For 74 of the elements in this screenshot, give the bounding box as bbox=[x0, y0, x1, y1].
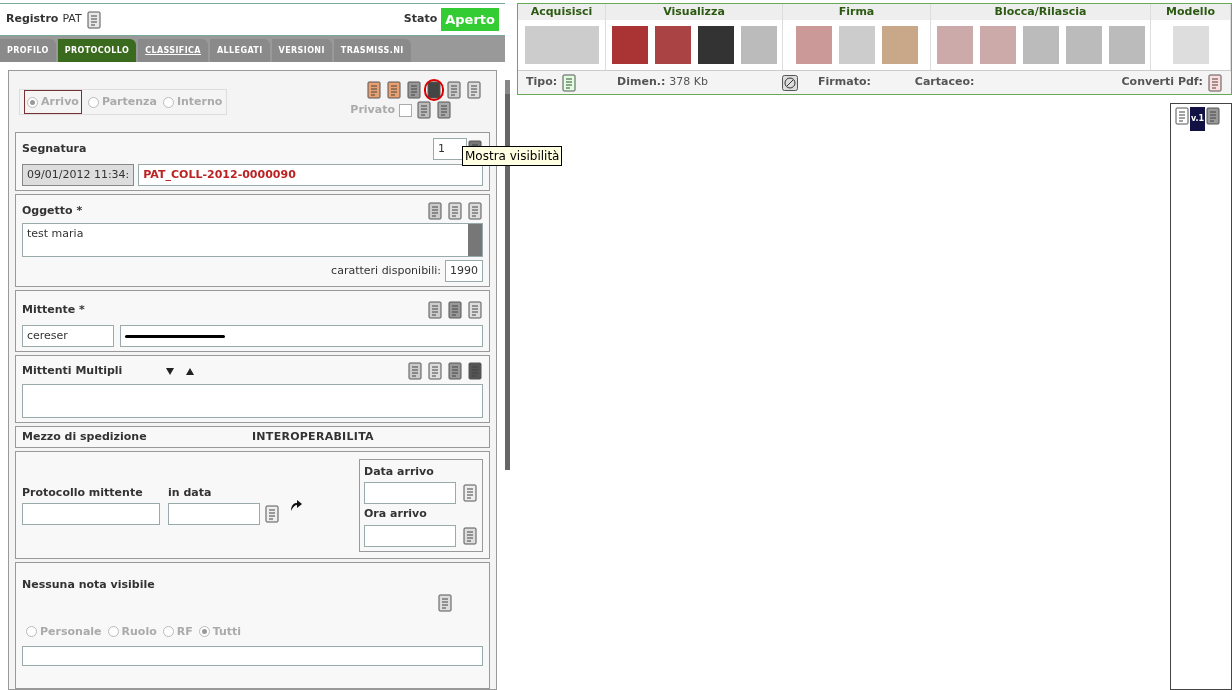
date-field: 09/01/2012 11:34: bbox=[22, 164, 135, 186]
tab[interactable]: TRASMISS.NI bbox=[333, 39, 411, 62]
convert-pdf-label: Converti Pdf: bbox=[1121, 74, 1203, 91]
arrival-time-field[interactable] bbox=[364, 524, 456, 547]
radio-button[interactable] bbox=[162, 96, 174, 108]
toolbar-button[interactable] bbox=[697, 26, 734, 64]
field-label: in data bbox=[168, 484, 213, 501]
radio-label: Ruolo bbox=[121, 623, 157, 640]
tab[interactable]: PROFILO bbox=[0, 39, 56, 62]
field-label: Mittenti Multipli bbox=[22, 362, 123, 379]
move-up-icon[interactable] bbox=[186, 367, 195, 375]
radio-button[interactable] bbox=[162, 626, 174, 638]
registro-value: PAT bbox=[62, 11, 82, 28]
paper-label: Cartaceo: bbox=[914, 74, 975, 91]
protocol-number[interactable]: PAT_COLL-2012-0000090 bbox=[138, 164, 483, 186]
arrival-date-field[interactable] bbox=[364, 482, 456, 504]
field-label: Ora arrivo bbox=[364, 506, 428, 522]
radio-label: RF bbox=[176, 623, 193, 640]
radio-label: Partenza bbox=[101, 93, 157, 110]
chars-label: caratteri disponibili: bbox=[331, 262, 441, 279]
note-label: Nessuna nota visibile bbox=[22, 577, 156, 593]
radio-button[interactable] bbox=[26, 626, 37, 638]
radio-label: Interno bbox=[176, 93, 223, 110]
radio-button[interactable] bbox=[27, 96, 38, 108]
toolbar-group-label: Blocca/Rilascia bbox=[931, 4, 1150, 20]
sender-code-field[interactable]: cereser bbox=[22, 325, 114, 347]
checkbox[interactable] bbox=[399, 103, 412, 117]
radio-button[interactable] bbox=[198, 626, 210, 638]
field-label: Data arrivo bbox=[364, 463, 435, 480]
privato-label: Privato bbox=[350, 101, 395, 118]
size-value: 378 Kb bbox=[669, 74, 709, 91]
radio-button[interactable] bbox=[87, 96, 99, 108]
note-icon[interactable] bbox=[437, 593, 453, 612]
sender-protocol-field[interactable] bbox=[22, 503, 160, 526]
note-field[interactable] bbox=[22, 646, 483, 666]
type-label: Tipo: bbox=[526, 74, 558, 91]
note-icon[interactable] bbox=[427, 202, 443, 220]
date-input-field[interactable] bbox=[168, 503, 260, 526]
chars-field[interactable]: 1990 bbox=[445, 260, 483, 282]
radio-button[interactable] bbox=[107, 626, 119, 638]
status-value: Aperto bbox=[441, 7, 499, 32]
field-label: Oggetto * bbox=[22, 202, 83, 219]
field-label: Segnatura bbox=[22, 140, 87, 157]
radio-label: Arrivo bbox=[41, 93, 79, 110]
tab[interactable]: ALLEGATI bbox=[209, 39, 270, 62]
radio-label: Personale bbox=[40, 623, 102, 640]
toolbar-button[interactable] bbox=[654, 26, 691, 64]
signed-label: Firmato: bbox=[818, 74, 871, 91]
version-tag: v.1 bbox=[1190, 107, 1206, 131]
field-label: Protocollo mittente bbox=[22, 484, 144, 501]
register-icon[interactable] bbox=[85, 10, 102, 29]
toolbar-group-label: Acquisisci bbox=[518, 4, 605, 20]
registro-label: Registro bbox=[6, 11, 59, 28]
move-down-icon[interactable] bbox=[166, 367, 175, 375]
field-label: Mittente * bbox=[22, 301, 85, 318]
radio-label: Tutti bbox=[212, 623, 242, 640]
copies-field[interactable]: 1 bbox=[433, 138, 467, 160]
scrollbar[interactable] bbox=[505, 80, 510, 470]
sender-name-field[interactable] bbox=[120, 325, 483, 347]
toolbar-group-label: Modello bbox=[1151, 4, 1230, 20]
size-label: Dimen.: bbox=[617, 74, 666, 91]
gauge-icon[interactable] bbox=[782, 74, 799, 91]
senders-list-field[interactable] bbox=[22, 384, 483, 418]
toolbar-button[interactable] bbox=[611, 26, 648, 64]
field-label: Mezzo di spedizione bbox=[22, 428, 148, 445]
tab[interactable]: VERSIONI bbox=[271, 39, 332, 62]
tab[interactable]: PROTOCOLLO bbox=[57, 39, 137, 62]
status-label: Stato bbox=[403, 11, 438, 28]
toolbar-group-label: Firma bbox=[783, 4, 930, 20]
toolbar-group-label: Visualizza bbox=[606, 4, 782, 20]
tab[interactable]: CLASSIFICA bbox=[138, 39, 208, 62]
shipping-method: INTEROPERABILITA bbox=[252, 428, 374, 445]
tooltip: Mostra visibilità bbox=[462, 146, 563, 166]
arrow-icon[interactable] bbox=[288, 498, 302, 512]
